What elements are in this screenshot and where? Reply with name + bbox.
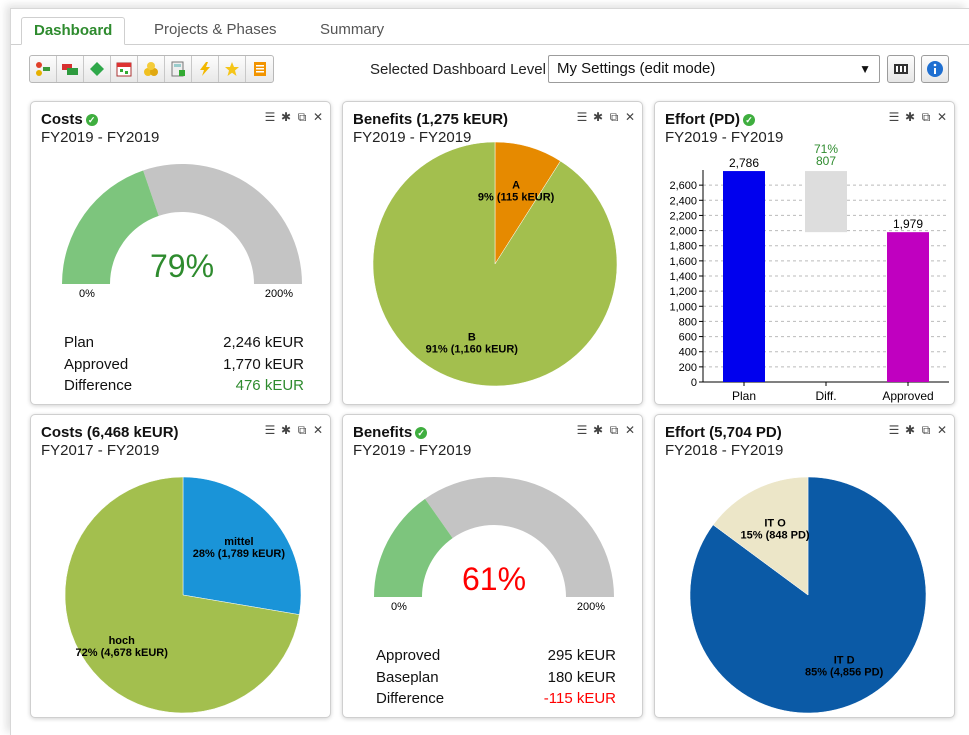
pie-slice-label: 85% (4,856 PD) — [805, 667, 884, 679]
table-row: Plan 2,246 kEUR — [64, 334, 304, 351]
panel-controls: ☰ ✱ ⧉ ✕ — [264, 110, 324, 125]
x-tick-label: Approved — [882, 389, 933, 403]
info-button[interactable] — [921, 55, 949, 83]
report-icon[interactable] — [246, 56, 273, 82]
tab-bar: Dashboard Projects & Phases Summary — [11, 9, 969, 45]
dashboard-level-select[interactable]: My Settings (edit mode) ▼ — [548, 55, 880, 83]
pie-slice-label: 28% (1,789 kEUR) — [193, 548, 286, 560]
close-icon[interactable]: ✕ — [312, 110, 324, 125]
benefits-pie-chart: A9% (115 kEUR) B91% (1,160 kEUR) — [372, 141, 618, 387]
panel-benefits-pie: Benefits (1,275 kEUR) FY2019 - FY2019 ☰ ✱… — [342, 101, 643, 405]
app-window: Dashboard Projects & Phases Summary Sele… — [10, 8, 969, 735]
y-tick-label: 2,400 — [669, 195, 697, 207]
list-icon[interactable]: ☰ — [264, 110, 276, 125]
pie-slice-label: 91% (1,160 kEUR) — [426, 344, 519, 356]
pie-slice-name: IT D — [834, 655, 855, 667]
gauge-max-label: 200% — [577, 601, 605, 613]
table-row: Baseplan 180 kEUR — [376, 669, 616, 686]
panel-controls: ☰ ✱ ⧉ ✕ — [576, 423, 636, 438]
table-row: Approved 1,770 kEUR — [64, 356, 304, 373]
y-tick-label: 2,000 — [669, 226, 697, 238]
y-tick-label: 1,800 — [669, 241, 697, 253]
structure-icon[interactable] — [30, 56, 57, 82]
table-row: Approved 295 kEUR — [376, 647, 616, 664]
tab-summary[interactable]: Summary — [308, 17, 396, 45]
y-tick-label: 2,600 — [669, 180, 697, 192]
effort-bar-chart: 0 200 400 600 800 1,000 1,200 1,400 1,600 1,800 2,… — [669, 142, 949, 403]
y-tick-label: 800 — [679, 316, 697, 328]
panel-costs-gauge: Costs ✓ FY2019 - FY2019 ☰ ✱ ⧉ ✕ 79% 0% 200% … — [30, 101, 331, 405]
gauge-min-label: 0% — [79, 288, 95, 300]
panel-effort-bar: Effort (PD) ✓ FY2019 - FY2019 ☰ ✱ ⧉ ✕ 0 200 40… — [654, 101, 955, 405]
y-tick-label: 1,600 — [669, 256, 697, 268]
calculator-icon[interactable] — [165, 56, 192, 82]
benefits-gauge-chart: 61% 0% 200% — [374, 477, 614, 613]
gauge-percent: 61% — [462, 561, 526, 597]
pie-slice-label: 72% (4,678 kEUR) — [76, 647, 169, 659]
y-tick-label: 600 — [679, 332, 697, 344]
columns-button[interactable] — [887, 55, 915, 83]
pie-slice-name: B — [468, 332, 476, 344]
panel-title: Costs ✓ — [41, 111, 98, 128]
x-tick-label: Diff. — [815, 389, 836, 403]
panel-costs-pie: Costs (6,468 kEUR) FY2017 - FY2019 ☰ ✱ ⧉ ✕ … — [30, 414, 331, 718]
bar[interactable] — [887, 232, 929, 382]
popout-icon[interactable]: ⧉ — [296, 110, 308, 125]
tab-dashboard[interactable]: Dashboard — [21, 17, 126, 45]
gear-icon[interactable]: ✱ — [280, 110, 292, 125]
tab-projects-phases[interactable]: Projects & Phases — [142, 17, 289, 45]
y-tick-label: 1,200 — [669, 286, 697, 298]
bar-value-label: 807 — [816, 154, 836, 168]
bar[interactable] — [723, 171, 765, 382]
toolbar: Selected Dashboard Level My Settings (ed… — [29, 55, 949, 83]
popout-icon[interactable]: ⧉ — [608, 423, 620, 438]
gauge-percent: 79% — [150, 248, 214, 284]
pie-slice-name: IT O — [764, 518, 786, 530]
panel-benefits-gauge: Benefits ✓ FY2019 - FY2019 ☰ ✱ ⧉ ✕ 61% 0% 20… — [342, 414, 643, 718]
x-tick-label: Plan — [732, 389, 756, 403]
y-tick-label: 2,200 — [669, 210, 697, 222]
y-tick-label: 200 — [679, 362, 697, 374]
bar-value-label: 2,786 — [729, 156, 759, 170]
chevron-down-icon: ▼ — [859, 62, 871, 76]
columns-icon — [894, 64, 908, 74]
pie-slice-name: hoch — [109, 635, 136, 647]
dashboard-level-label: Selected Dashboard Level — [370, 61, 546, 78]
table-row: Difference -115 kEUR — [376, 690, 616, 707]
move-icon[interactable] — [57, 56, 84, 82]
gear-icon[interactable]: ✱ — [592, 423, 604, 438]
effort-pie-chart: IT D85% (4,856 PD) IT O15% (848 PD) — [689, 476, 927, 714]
star-icon[interactable] — [219, 56, 246, 82]
gauge-max-label: 200% — [265, 288, 293, 300]
gauge-min-label: 0% — [391, 601, 407, 613]
bar-value-label: 1,979 — [893, 217, 923, 231]
pie-slice-name: mittel — [224, 536, 253, 548]
list-icon[interactable]: ☰ — [576, 423, 588, 438]
pie-slice-name: A — [512, 179, 520, 191]
costs-gauge-chart: 79% 0% 200% — [62, 164, 302, 300]
calendar-icon[interactable] — [111, 56, 138, 82]
lightning-icon[interactable] — [192, 56, 219, 82]
gauge-fill-arc — [62, 170, 159, 284]
dashboard-level-value: My Settings (edit mode) — [557, 60, 716, 77]
table-row: Difference 476 kEUR — [64, 377, 304, 394]
panel-title: Benefits ✓ — [353, 424, 428, 441]
y-tick-label: 400 — [679, 347, 697, 359]
y-tick-label: 1,000 — [669, 301, 697, 313]
check-icon: ✓ — [415, 427, 428, 439]
diamond-icon[interactable] — [84, 56, 111, 82]
panel-effort-pie: Effort (5,704 PD) FY2018 - FY2019 ☰ ✱ ⧉ ✕ I… — [654, 414, 955, 718]
costs-pie-chart: mittel28% (1,789 kEUR) hoch72% (4,678 kEU… — [64, 476, 302, 714]
check-icon: ✓ — [85, 114, 98, 126]
close-icon[interactable]: ✕ — [624, 423, 636, 438]
info-icon — [927, 61, 943, 77]
bar[interactable] — [805, 171, 847, 233]
y-tick-label: 0 — [691, 377, 697, 389]
pie-slice-label: 15% (848 PD) — [741, 530, 810, 542]
coins-icon[interactable] — [138, 56, 165, 82]
pie-slice-label: 9% (115 kEUR) — [478, 191, 555, 203]
toolbar-button-group — [29, 55, 274, 83]
y-tick-label: 1,400 — [669, 271, 697, 283]
